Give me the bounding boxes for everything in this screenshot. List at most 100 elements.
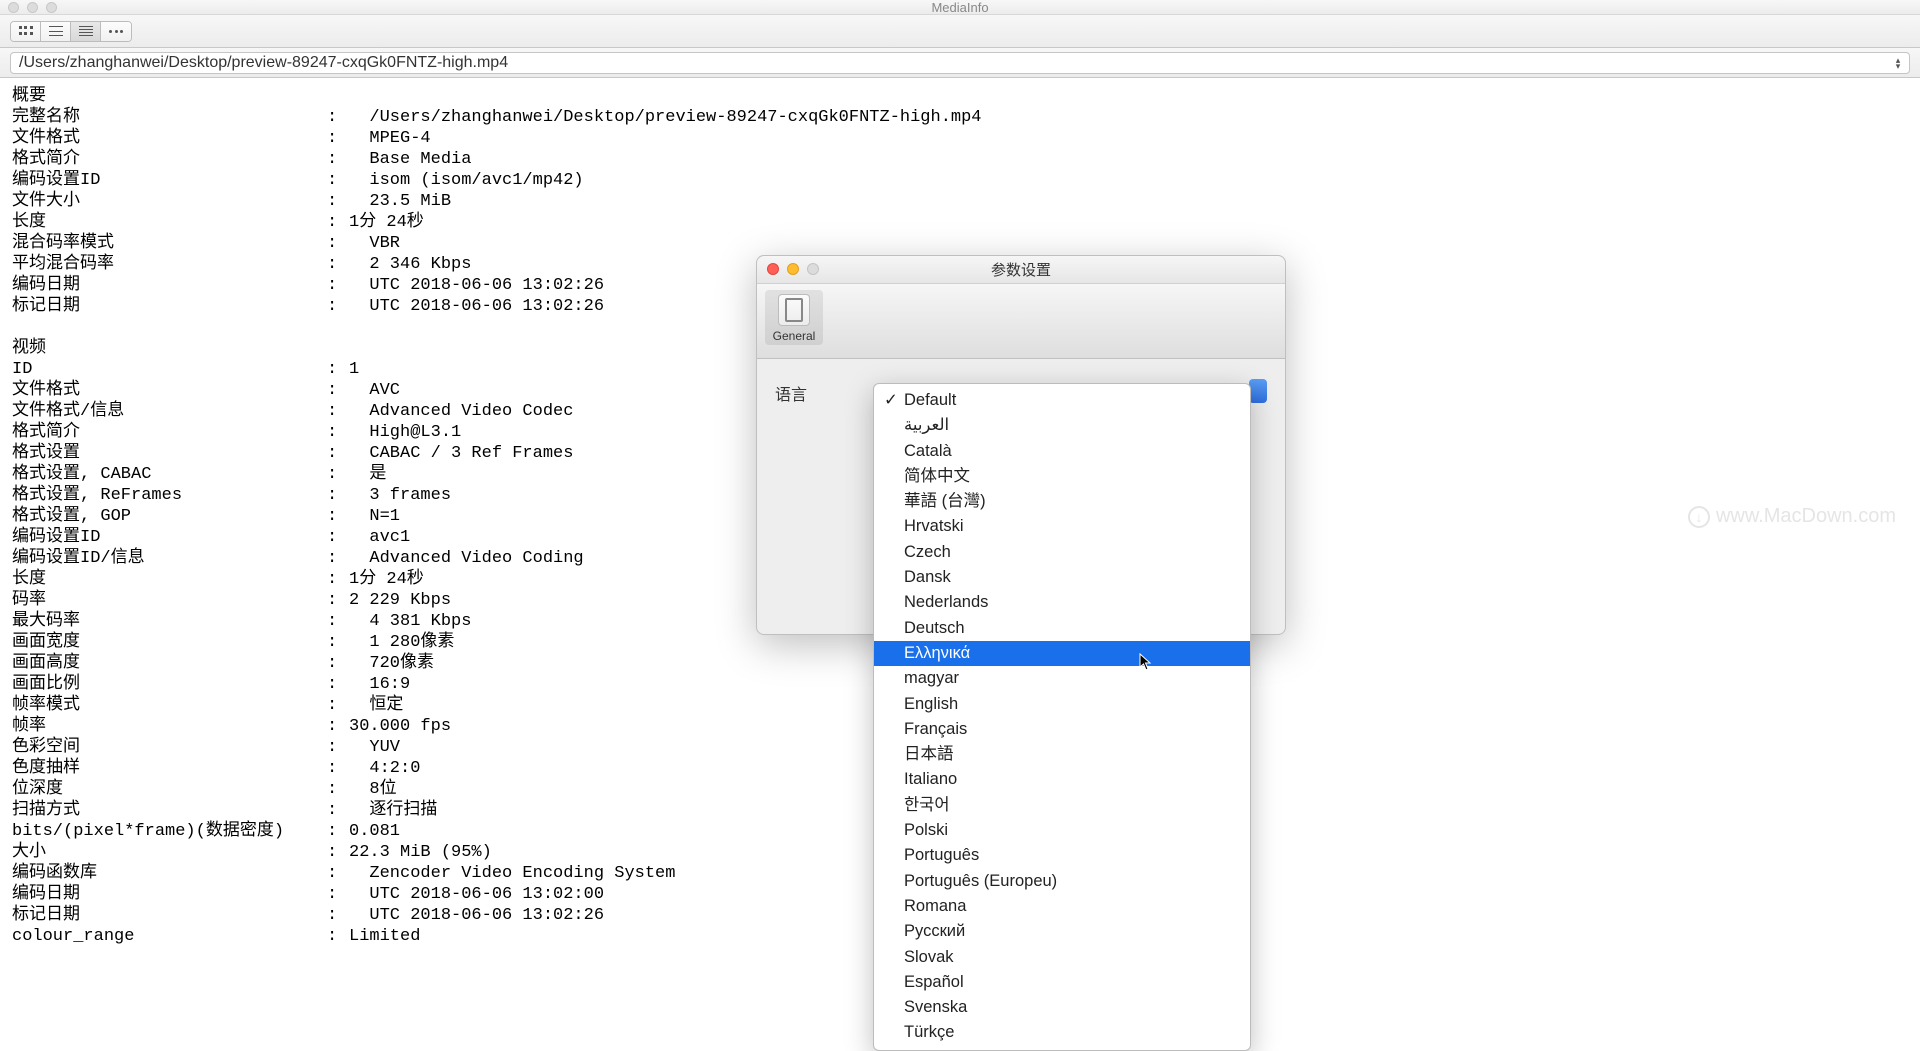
info-key: 编码日期 — [12, 884, 327, 905]
info-value: VBR — [349, 233, 1908, 254]
dropdown-item[interactable]: Svenska — [874, 995, 1250, 1020]
info-key: 编码设置ID/信息 — [12, 548, 327, 569]
info-sep: : — [327, 611, 349, 632]
info-value: Base Media — [349, 149, 1908, 170]
info-sep: : — [327, 863, 349, 884]
info-key: 帧率 — [12, 716, 327, 737]
info-sep: : — [327, 527, 349, 548]
info-sep: : — [327, 842, 349, 863]
dropdown-item[interactable]: Default — [874, 388, 1250, 413]
zoom-icon[interactable] — [807, 263, 819, 275]
dropdown-item[interactable]: 한국어 — [874, 793, 1250, 818]
info-key: 文件格式 — [12, 380, 327, 401]
prefs-title: 参数设置 — [757, 259, 1285, 280]
info-key: 格式设置, ReFrames — [12, 485, 327, 506]
info-value: 23.5 MiB — [349, 191, 1908, 212]
info-key: 画面高度 — [12, 653, 327, 674]
view-grid-button[interactable] — [11, 22, 41, 41]
dropdown-item[interactable]: 華語 (台灣) — [874, 489, 1250, 514]
dropdown-item[interactable]: Français — [874, 717, 1250, 742]
dropdown-item[interactable]: Português (Europeu) — [874, 869, 1250, 894]
info-key: 码率 — [12, 590, 327, 611]
dropdown-item[interactable]: Русский — [874, 919, 1250, 944]
cursor-icon — [1139, 653, 1153, 671]
prefs-traffic-lights — [767, 263, 819, 275]
dropdown-item[interactable]: Polski — [874, 818, 1250, 843]
info-sep: : — [327, 821, 349, 842]
dropdown-item[interactable]: Nederlands — [874, 590, 1250, 615]
close-icon[interactable] — [8, 2, 19, 13]
dropdown-item[interactable]: Ελληνικά — [874, 641, 1250, 666]
info-key: 编码日期 — [12, 275, 327, 296]
dropdown-item[interactable]: magyar — [874, 666, 1250, 691]
info-sep: : — [327, 800, 349, 821]
dropdown-item[interactable]: Dansk — [874, 565, 1250, 590]
info-sep: : — [327, 170, 349, 191]
view-list2-button[interactable] — [71, 22, 101, 41]
info-key: ID — [12, 359, 327, 380]
dropdown-item[interactable]: Romana — [874, 894, 1250, 919]
info-value: MPEG-4 — [349, 128, 1908, 149]
info-sep: : — [327, 779, 349, 800]
dropdown-item[interactable]: 简体中文 — [874, 464, 1250, 489]
dropdown-item[interactable]: Português — [874, 843, 1250, 868]
info-row: 长度: 1分 24秒 — [12, 212, 1908, 233]
dropdown-item[interactable]: Català — [874, 439, 1250, 464]
info-sep: : — [327, 212, 349, 233]
dropdown-item[interactable]: Slovak — [874, 945, 1250, 970]
traffic-lights — [8, 2, 57, 13]
view-more-button[interactable] — [101, 22, 131, 41]
info-sep: : — [327, 716, 349, 737]
info-key: 平均混合码率 — [12, 254, 327, 275]
info-sep: : — [327, 422, 349, 443]
dropdown-item[interactable]: العربية — [874, 413, 1250, 438]
watermark: www.MacDown.com — [1688, 505, 1896, 528]
info-sep: : — [327, 590, 349, 611]
dropdown-item[interactable]: Español — [874, 970, 1250, 995]
info-row: 混合码率模式: VBR — [12, 233, 1908, 254]
info-row: 格式简介: Base Media — [12, 149, 1908, 170]
info-sep: : — [327, 695, 349, 716]
download-icon — [1688, 506, 1710, 528]
info-key: 编码设置ID — [12, 170, 327, 191]
dots-icon — [109, 26, 123, 36]
info-sep: : — [327, 758, 349, 779]
dropdown-item[interactable]: Hrvatski — [874, 514, 1250, 539]
info-key: 格式设置, CABAC — [12, 464, 327, 485]
file-path-field[interactable]: /Users/zhanghanwei/Desktop/preview-89247… — [10, 52, 1910, 74]
dropdown-item[interactable]: Czech — [874, 540, 1250, 565]
info-key: 完整名称 — [12, 107, 327, 128]
close-icon[interactable] — [767, 263, 779, 275]
info-sep: : — [327, 632, 349, 653]
tab-general[interactable]: General — [765, 290, 823, 345]
info-key: 大小 — [12, 842, 327, 863]
dropdown-item[interactable]: Türkçe — [874, 1020, 1250, 1045]
minimize-icon[interactable] — [27, 2, 38, 13]
dropdown-item[interactable]: Italiano — [874, 767, 1250, 792]
file-path-text: /Users/zhanghanwei/Desktop/preview-89247… — [19, 54, 508, 72]
language-dropdown[interactable]: DefaultالعربيةCatalà简体中文華語 (台灣)HrvatskiC… — [873, 383, 1251, 1051]
info-sep: : — [327, 884, 349, 905]
window-title: MediaInfo — [0, 0, 1920, 15]
zoom-icon[interactable] — [46, 2, 57, 13]
dropdown-item[interactable]: English — [874, 692, 1250, 717]
grid-icon — [19, 26, 33, 36]
info-key: 长度 — [12, 569, 327, 590]
info-sep: : — [327, 128, 349, 149]
combobox-arrow-icon — [1249, 379, 1267, 403]
info-row: 完整名称: /Users/zhanghanwei/Desktop/preview… — [12, 107, 1908, 128]
dropdown-item[interactable]: 日本語 — [874, 742, 1250, 767]
language-label: 语言 — [775, 381, 807, 405]
info-sep: : — [327, 548, 349, 569]
preferences-titlebar: 参数设置 — [757, 256, 1285, 284]
view-list1-button[interactable] — [41, 22, 71, 41]
view-mode-group — [10, 21, 132, 42]
dropdown-item[interactable]: Deutsch — [874, 616, 1250, 641]
info-key: 位深度 — [12, 779, 327, 800]
path-stepper-icon[interactable]: ▴▾ — [1891, 53, 1905, 73]
path-bar: /Users/zhanghanwei/Desktop/preview-89247… — [0, 48, 1920, 78]
info-key: 格式简介 — [12, 422, 327, 443]
minimize-icon[interactable] — [787, 263, 799, 275]
info-key: 色度抽样 — [12, 758, 327, 779]
info-key: 画面比例 — [12, 674, 327, 695]
